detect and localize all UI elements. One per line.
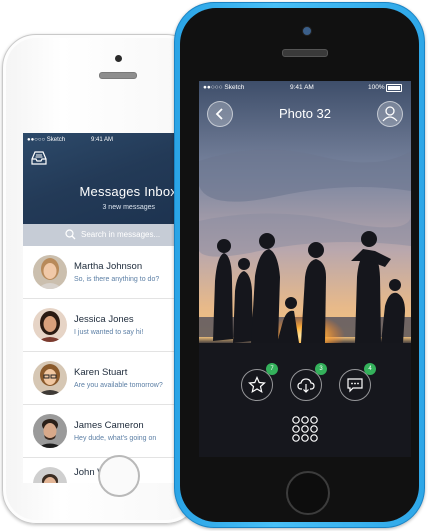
search-icon (65, 229, 76, 240)
star-icon (248, 376, 266, 394)
carrier-label: ●●○○○ Sketch (27, 137, 66, 143)
avatar (33, 255, 67, 289)
message-sender: Karen Stuart (74, 367, 128, 378)
download-button[interactable]: 3 (290, 363, 327, 401)
message-preview: I just wanted to say hi! (74, 329, 144, 336)
grid-menu-icon[interactable] (291, 415, 319, 443)
earpiece-speaker (282, 49, 328, 57)
search-input[interactable]: Search in messages... (23, 224, 179, 246)
profile-button[interactable] (377, 101, 403, 127)
cloud-download-icon (297, 378, 315, 393)
avatar (33, 467, 67, 483)
favorite-count-badge: 7 (266, 363, 278, 375)
comment-icon (347, 378, 363, 393)
inbox-subtitle: 3 new messages (102, 204, 155, 211)
message-row-james[interactable]: James Cameron Hey dude, what's going on (23, 405, 179, 458)
message-row-jessica[interactable]: Jessica Jones I just wanted to say hi! (23, 299, 179, 352)
front-camera (115, 55, 122, 62)
inbox-header: ●●○○○ Sketch 9:41 AM Messages Inbox 3 ne… (23, 133, 179, 224)
comments-button[interactable]: 4 (339, 363, 376, 401)
battery-percent: 100% (368, 84, 385, 91)
search-placeholder: Search in messages... (81, 230, 161, 239)
message-sender: James Cameron (74, 420, 144, 431)
status-bar: ●●○○○ Sketch 9:41 AM 100% (199, 81, 411, 95)
front-camera (302, 26, 312, 36)
message-preview: So, is there anything to do? (74, 276, 160, 283)
inbox-phone: ●●○○○ Sketch 9:41 AM Messages Inbox 3 ne… (2, 34, 200, 524)
message-preview: Hey dude, what's going on (74, 435, 157, 442)
home-button[interactable] (98, 455, 140, 497)
battery-icon (386, 84, 402, 92)
avatar (33, 361, 67, 395)
avatar (33, 414, 67, 448)
status-time: 9:41 AM (290, 84, 314, 91)
photo-phone: ●●○○○ Sketch 9:41 AM 100% Photo 32 7 3 4 (174, 2, 425, 528)
comments-count-badge: 4 (364, 363, 376, 375)
profile-icon (382, 106, 398, 122)
carrier-label: ●●○○○ Sketch (203, 84, 245, 91)
message-preview: Are you available tomorrow? (74, 382, 163, 389)
message-sender: Martha Johnson (74, 261, 143, 272)
status-time: 9:41 AM (91, 137, 114, 143)
phone-bezel: ●●○○○ Sketch 9:41 AM 100% Photo 32 7 3 4 (180, 8, 419, 522)
inbox-title: Messages Inbox (79, 184, 177, 199)
home-button[interactable] (286, 471, 330, 515)
favorite-button[interactable]: 7 (241, 363, 278, 401)
earpiece-speaker (99, 72, 137, 79)
inbox-screen: ●●○○○ Sketch 9:41 AM Messages Inbox 3 ne… (23, 133, 179, 483)
download-count-badge: 3 (315, 363, 327, 375)
photo-screen: ●●○○○ Sketch 9:41 AM 100% Photo 32 7 3 4 (199, 81, 411, 457)
message-row-karen[interactable]: Karen Stuart Are you available tomorrow? (23, 352, 179, 405)
message-sender: Jessica Jones (74, 314, 134, 325)
message-row-martha[interactable]: Martha Johnson So, is there anything to … (23, 246, 179, 299)
inbox-tray-icon[interactable] (31, 151, 47, 165)
avatar (33, 308, 67, 342)
